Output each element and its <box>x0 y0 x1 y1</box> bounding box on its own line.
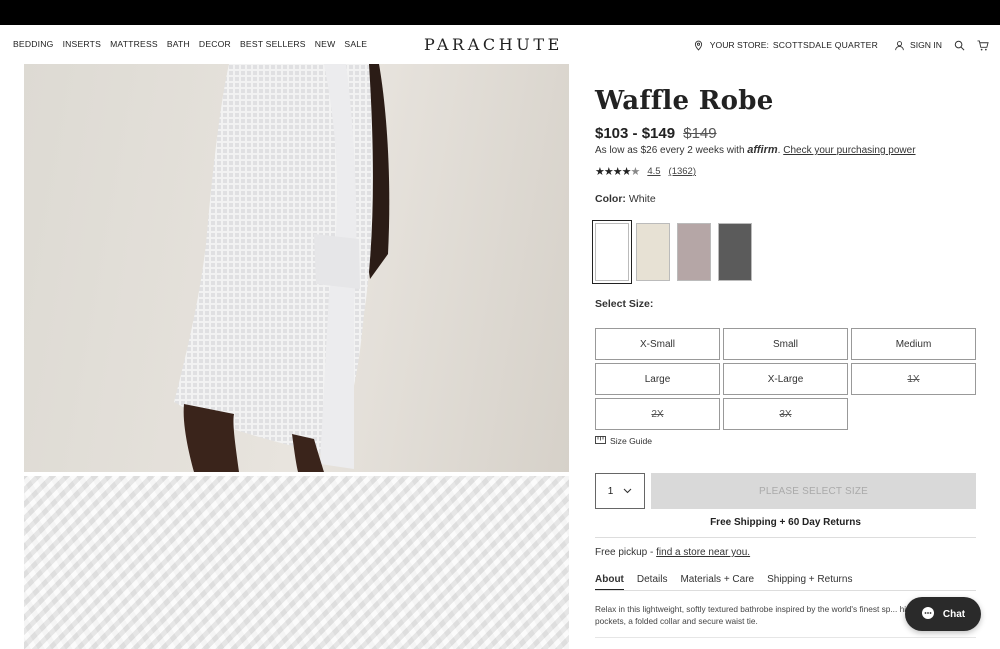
size-button-small[interactable]: Small <box>723 328 848 360</box>
color-swatches <box>592 220 752 284</box>
location-pin-icon <box>692 38 706 52</box>
pickup-text: Free pickup - <box>595 547 654 558</box>
swatch-charcoal[interactable] <box>718 223 752 281</box>
size-button-medium[interactable]: Medium <box>851 328 976 360</box>
section-divider <box>595 637 976 638</box>
user-icon <box>892 38 906 52</box>
tab-materials-care[interactable]: Materials + Care <box>680 574 754 591</box>
tab-about[interactable]: About <box>595 574 624 591</box>
cart-icon[interactable] <box>976 38 990 52</box>
about-description: Relax in this lightweight, softly textur… <box>595 604 911 626</box>
nav-link-best-sellers[interactable]: BEST SELLERS <box>240 39 306 49</box>
review-count[interactable]: (1362) <box>669 166 696 177</box>
chevron-down-icon <box>623 486 632 497</box>
swatch-bone[interactable] <box>636 223 670 281</box>
store-prefix: YOUR STORE: <box>709 40 769 50</box>
add-to-cart-button[interactable]: PLEASE SELECT SIZE <box>651 473 976 509</box>
affirm-link[interactable]: Check your purchasing power <box>783 145 915 156</box>
store-selector[interactable]: YOUR STORE: SCOTTSDALE QUARTER <box>692 38 878 52</box>
nav-link-sale[interactable]: SALE <box>344 39 367 49</box>
size-grid: X-Small Small Medium Large X-Large 1X 2X… <box>595 328 976 430</box>
size-guide-link[interactable]: Size Guide <box>595 436 652 446</box>
tabs-divider <box>595 590 976 591</box>
utility-nav: YOUR STORE: SCOTTSDALE QUARTER SIGN IN <box>692 38 990 52</box>
color-value: White <box>628 193 656 205</box>
affirm-promo: As low as $26 every 2 weeks with affirm.… <box>595 144 916 156</box>
product-image-detail[interactable] <box>24 476 569 649</box>
size-button-x-small[interactable]: X-Small <box>595 328 720 360</box>
nav-link-decor[interactable]: DECOR <box>199 39 231 49</box>
size-button-3x[interactable]: 3X <box>723 398 848 430</box>
nav-link-bath[interactable]: BATH <box>167 39 190 49</box>
nav-link-new[interactable]: NEW <box>315 39 336 49</box>
quantity-select[interactable]: 1 <box>595 473 645 509</box>
size-button-large[interactable]: Large <box>595 363 720 395</box>
product-image-model[interactable] <box>24 64 569 472</box>
ruler-icon <box>595 436 606 446</box>
sign-in-label: SIGN IN <box>910 40 942 50</box>
divider <box>595 537 976 538</box>
size-button-x-large[interactable]: X-Large <box>723 363 848 395</box>
affirm-text: As low as $26 every 2 weeks with <box>595 145 745 156</box>
size-button-1x[interactable]: 1X <box>851 363 976 395</box>
size-button-2x[interactable]: 2X <box>595 398 720 430</box>
price-range: $103 - $149 <box>595 125 676 142</box>
tab-details[interactable]: Details <box>637 574 668 591</box>
promo-bar <box>0 0 1000 25</box>
quantity-value: 1 <box>607 485 614 497</box>
chat-button[interactable]: Chat <box>905 597 981 631</box>
tab-shipping-returns[interactable]: Shipping + Returns <box>767 574 852 591</box>
chat-label: Chat <box>942 608 966 620</box>
search-icon[interactable] <box>952 38 966 52</box>
color-label: Color: White <box>595 193 656 205</box>
rating-value[interactable]: 4.5 <box>647 166 660 177</box>
main-menu: BEDDING INSERTS MATTRESS BATH DECOR BEST… <box>13 39 367 49</box>
rating-row[interactable]: ★★★★★ 4.5 (1362) <box>595 165 696 178</box>
affirm-logo: affirm <box>747 144 778 156</box>
nav-link-inserts[interactable]: INSERTS <box>63 39 102 49</box>
store-name: SCOTTSDALE QUARTER <box>772 40 878 50</box>
shipping-message: Free Shipping + 60 Day Returns <box>710 517 861 528</box>
price-original: $149 <box>683 125 717 142</box>
product-title: Waffle Robe <box>595 86 774 116</box>
swatch-mauve[interactable] <box>677 223 711 281</box>
brand-logo[interactable]: PARACHUTE <box>424 35 563 54</box>
pickup-row: Free pickup - find a store near you. <box>595 547 750 558</box>
robe-illustration <box>174 64 390 472</box>
sign-in-link[interactable]: SIGN IN <box>892 38 942 52</box>
nav-link-mattress[interactable]: MATTRESS <box>110 39 158 49</box>
swatch-white[interactable] <box>592 220 632 284</box>
top-navigation: BEDDING INSERTS MATTRESS BATH DECOR BEST… <box>0 25 1000 64</box>
product-tabs: About Details Materials + Care Shipping … <box>595 574 852 591</box>
find-store-link[interactable]: find a store near you. <box>656 547 750 558</box>
nav-link-bedding[interactable]: BEDDING <box>13 39 54 49</box>
size-label: Select Size: <box>595 298 654 310</box>
rating-stars-icon: ★★★★★ <box>595 166 640 178</box>
price: $103 - $149 $149 <box>595 125 717 142</box>
color-label-key: Color: <box>595 193 626 205</box>
size-guide-label: Size Guide <box>610 436 653 446</box>
chat-bubble-icon <box>921 606 935 623</box>
